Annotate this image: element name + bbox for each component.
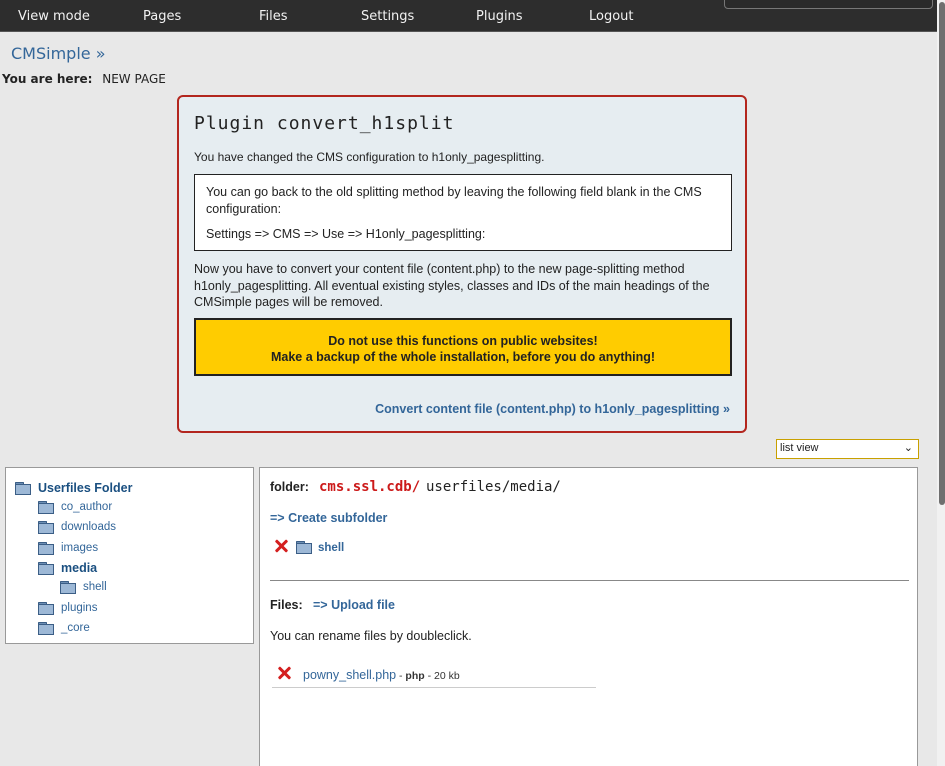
- folder-icon: [38, 562, 54, 575]
- settings-path-text: Settings => CMS => Use => H1only_pagespl…: [206, 227, 486, 241]
- tree-item-co-author[interactable]: co_author: [38, 501, 113, 514]
- nav-settings[interactable]: Settings: [361, 9, 414, 24]
- tree-item-label: co_author: [61, 501, 113, 513]
- breadcrumb-page: NEW PAGE: [102, 72, 166, 86]
- rename-hint: You can rename files by doubleclick.: [270, 629, 472, 643]
- file-browser-panel: folder: cms.ssl.cdb/ userfiles/media/ =>…: [259, 467, 918, 766]
- divider: [270, 580, 909, 581]
- site-title-link[interactable]: CMSimple »: [11, 44, 105, 63]
- tree-item-label: images: [61, 542, 99, 554]
- tree-item-media[interactable]: media: [38, 561, 97, 575]
- tree-item-core[interactable]: _core: [38, 622, 90, 635]
- tree-root-label: Userfiles Folder: [38, 481, 133, 495]
- nav-plugins[interactable]: Plugins: [476, 9, 523, 24]
- nav-logout[interactable]: Logout: [589, 9, 634, 24]
- folder-icon: [296, 541, 312, 554]
- folder-label: folder:: [270, 480, 309, 494]
- delete-file-icon[interactable]: [277, 666, 291, 680]
- subfolder-link[interactable]: shell: [318, 542, 344, 554]
- folder-icon: [15, 482, 31, 495]
- file-row: powny_shell.php - php - 20 kb: [272, 661, 596, 688]
- tree-item-plugins[interactable]: plugins: [38, 602, 98, 615]
- file-size: 20 kb: [434, 670, 460, 682]
- page-scrollbar-thumb[interactable]: [939, 2, 945, 505]
- view-mode-select[interactable]: list view ⌄: [776, 439, 919, 459]
- folder-icon: [60, 581, 76, 594]
- top-search-field[interactable]: [724, 0, 933, 9]
- nav-pages[interactable]: Pages: [143, 9, 181, 24]
- tree-item-label: _core: [61, 622, 90, 634]
- delete-folder-icon[interactable]: [274, 539, 288, 553]
- breadcrumb-label: You are here:: [2, 72, 93, 86]
- convert-content-link[interactable]: Convert content file (content.php) to h1…: [375, 402, 730, 416]
- tree-item-downloads[interactable]: downloads: [38, 521, 116, 534]
- create-subfolder-link[interactable]: => Create subfolder: [270, 511, 387, 525]
- file-type: php: [405, 670, 425, 682]
- tree-item-shell[interactable]: shell: [60, 581, 107, 594]
- tree-root[interactable]: Userfiles Folder: [15, 481, 132, 495]
- plugin-panel: Plugin convert_h1split You have changed …: [177, 95, 747, 433]
- tree-item-label: downloads: [61, 521, 116, 533]
- files-label: Files:: [270, 598, 303, 612]
- tree-item-label: plugins: [61, 602, 98, 614]
- warning-box: Do not use this functions on public webs…: [194, 318, 732, 376]
- revert-info-box: You can go back to the old splitting met…: [194, 174, 732, 251]
- file-meta-separator: -: [424, 670, 435, 682]
- folder-icon: [38, 521, 54, 534]
- folder-icon: [38, 622, 54, 635]
- chevron-down-icon: ⌄: [903, 442, 913, 454]
- folder-host: cms.ssl.cdb/: [319, 479, 421, 495]
- folder-icon: [38, 542, 54, 555]
- warning-line-2: Make a backup of the whole installation,…: [270, 350, 656, 364]
- top-nav-bar: View mode Pages Files Settings Plugins L…: [0, 0, 937, 32]
- file-name-link[interactable]: powny_shell.php: [303, 668, 396, 682]
- folder-icon: [38, 501, 54, 514]
- revert-info-text: You can go back to the old splitting met…: [206, 185, 702, 216]
- folder-path: userfiles/media/: [426, 479, 561, 495]
- folder-icon: [38, 602, 54, 615]
- tree-item-label: shell: [83, 581, 107, 593]
- config-changed-message: You have changed the CMS configuration t…: [194, 150, 545, 164]
- file-meta: - php - 20 kb: [399, 670, 460, 682]
- breadcrumb: You are here: NEW PAGE: [2, 72, 166, 86]
- upload-file-link[interactable]: => Upload file: [313, 598, 395, 612]
- tree-item-images[interactable]: images: [38, 542, 99, 555]
- folder-tree-panel: Userfiles Folder co_author downloads ima…: [5, 467, 254, 644]
- nav-files[interactable]: Files: [259, 9, 288, 24]
- warning-line-1: Do not use this functions on public webs…: [328, 334, 598, 348]
- nav-view-mode[interactable]: View mode: [18, 9, 90, 24]
- tree-item-label: media: [61, 561, 98, 575]
- convert-instructions: Now you have to convert your content fil…: [194, 262, 710, 309]
- view-mode-selected: list view: [780, 442, 819, 454]
- plugin-title: Plugin convert_h1split: [194, 113, 455, 134]
